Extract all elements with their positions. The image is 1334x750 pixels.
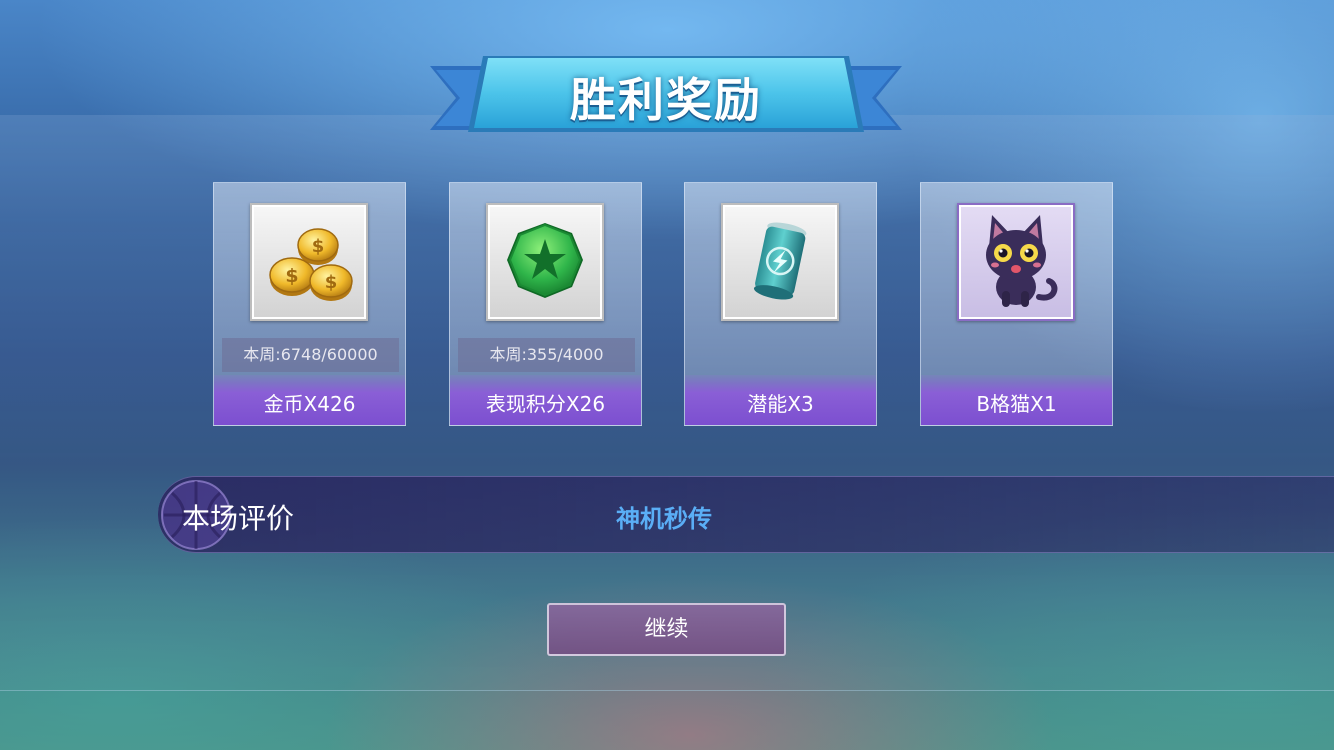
reward-card-points: 本周:355/4000 表现积分X26 bbox=[449, 182, 642, 426]
green-star-gem-icon bbox=[507, 223, 583, 298]
svg-text:$: $ bbox=[312, 236, 325, 257]
svg-text:$: $ bbox=[325, 272, 338, 293]
reward-icon-frame bbox=[721, 203, 839, 321]
rating-label: 本场评价 bbox=[182, 502, 295, 535]
continue-button[interactable]: 继续 bbox=[547, 603, 786, 656]
reward-label: B格猫X1 bbox=[921, 375, 1112, 425]
rating-value: 神机秒传 bbox=[616, 505, 712, 533]
page-title: 胜利奖励 bbox=[570, 73, 762, 127]
reward-icon-frame: $ $ $ bbox=[250, 203, 368, 321]
reward-card-coins: $ $ $ 本周:6748/60000 金币X426 bbox=[213, 182, 406, 426]
reward-label: 表现积分X26 bbox=[450, 375, 641, 425]
match-rating-bar: 本场评价 神机秒传 bbox=[158, 476, 1334, 553]
black-cat-icon bbox=[986, 215, 1058, 307]
reward-icon-frame bbox=[957, 203, 1075, 321]
reward-card-potential: 潜能X3 bbox=[684, 182, 877, 426]
energy-can-icon bbox=[753, 222, 807, 300]
weekly-progress: 本周:6748/60000 bbox=[222, 338, 399, 372]
title-banner: 胜利奖励 bbox=[428, 52, 904, 142]
reward-card-cat: B格猫X1 bbox=[920, 182, 1113, 426]
weekly-progress: 本周:355/4000 bbox=[458, 338, 635, 372]
gold-coins-icon: $ $ $ bbox=[269, 228, 353, 301]
victory-reward-screen: 胜利奖励 $ $ $ 本周:6748/60000 金币X426 本周:355/4… bbox=[0, 0, 1334, 750]
svg-text:$: $ bbox=[285, 265, 298, 287]
reward-label: 金币X426 bbox=[214, 375, 405, 425]
reward-label: 潜能X3 bbox=[685, 375, 876, 425]
reward-icon-frame bbox=[486, 203, 604, 321]
